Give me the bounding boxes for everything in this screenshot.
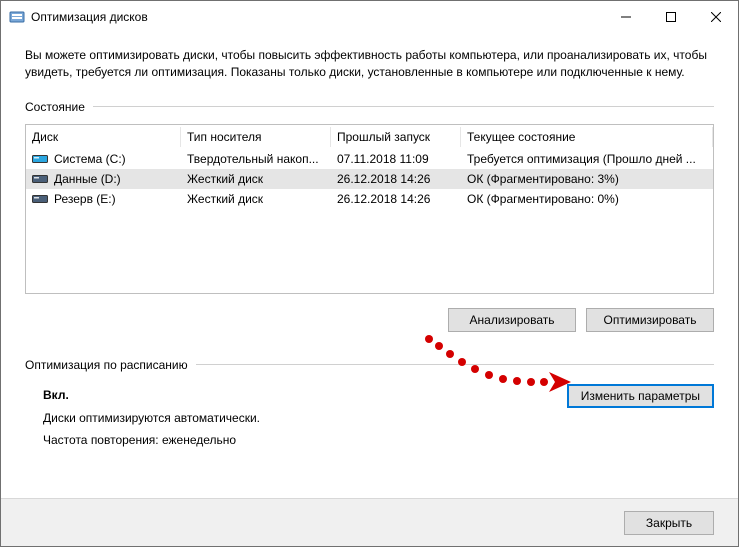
media-type: Жесткий диск — [181, 191, 331, 207]
drive-icon — [32, 153, 48, 165]
col-last[interactable]: Прошлый запуск — [331, 127, 461, 147]
current-status: ОК (Фрагментировано: 0%) — [461, 191, 713, 207]
optimize-button[interactable]: Оптимизировать — [586, 308, 714, 332]
app-icon — [9, 9, 25, 25]
analyze-button[interactable]: Анализировать — [448, 308, 576, 332]
table-row[interactable]: Резерв (E:) Жесткий диск26.12.2018 14:26О… — [26, 189, 713, 209]
col-disk[interactable]: Диск — [26, 127, 181, 147]
media-type: Твердотельный накоп... — [181, 151, 331, 167]
last-run: 07.11.2018 11:09 — [331, 151, 461, 167]
divider — [93, 106, 714, 107]
schedule-freq: Частота повторения: еженедельно — [43, 429, 260, 452]
col-status[interactable]: Текущее состояние — [461, 127, 713, 147]
change-params-button[interactable]: Изменить параметры — [567, 384, 714, 408]
close-button[interactable] — [693, 2, 738, 32]
col-media[interactable]: Тип носителя — [181, 127, 331, 147]
disk-name: Данные (D:) — [54, 172, 121, 186]
last-run: 26.12.2018 14:26 — [331, 171, 461, 187]
table-row[interactable]: Данные (D:) Жесткий диск26.12.2018 14:26О… — [26, 169, 713, 189]
state-section-label: Состояние — [25, 100, 714, 114]
last-run: 26.12.2018 14:26 — [331, 191, 461, 207]
state-label: Состояние — [25, 100, 85, 114]
current-status: Требуется оптимизация (Прошло дней ... — [461, 151, 713, 167]
description-text: Вы можете оптимизировать диски, чтобы по… — [25, 47, 714, 82]
media-type: Жесткий диск — [181, 171, 331, 187]
current-status: ОК (Фрагментировано: 3%) — [461, 171, 713, 187]
disk-name: Резерв (E:) — [54, 192, 116, 206]
schedule-auto: Диски оптимизируются автоматически. — [43, 407, 260, 430]
schedule-info: Вкл. Диски оптимизируются автоматически.… — [25, 384, 260, 452]
schedule-header: Оптимизация по расписанию — [25, 358, 188, 372]
close-dialog-button[interactable]: Закрыть — [624, 511, 714, 535]
disk-name: Система (C:) — [54, 152, 126, 166]
schedule-on: Вкл. — [43, 384, 260, 407]
window-title: Оптимизация дисков — [31, 10, 148, 24]
table-header: Диск Тип носителя Прошлый запуск Текущее… — [26, 125, 713, 149]
divider — [196, 364, 714, 365]
drive-icon — [32, 193, 48, 205]
titlebar: Оптимизация дисков — [1, 1, 738, 33]
drive-icon — [32, 173, 48, 185]
bottom-bar: Закрыть — [1, 498, 738, 546]
disk-table[interactable]: Диск Тип носителя Прошлый запуск Текущее… — [25, 124, 714, 294]
schedule-section: Оптимизация по расписанию Вкл. Диски опт… — [25, 358, 714, 452]
action-buttons: Анализировать Оптимизировать — [25, 308, 714, 332]
table-row[interactable]: Система (C:) Твердотельный накоп...07.11.… — [26, 149, 713, 169]
content-area: Вы можете оптимизировать диски, чтобы по… — [1, 33, 738, 498]
minimize-button[interactable] — [603, 2, 648, 32]
window: Оптимизация дисков Вы можете оптимизиров… — [0, 0, 739, 547]
table-body: Система (C:) Твердотельный накоп...07.11.… — [26, 149, 713, 209]
maximize-button[interactable] — [648, 2, 693, 32]
